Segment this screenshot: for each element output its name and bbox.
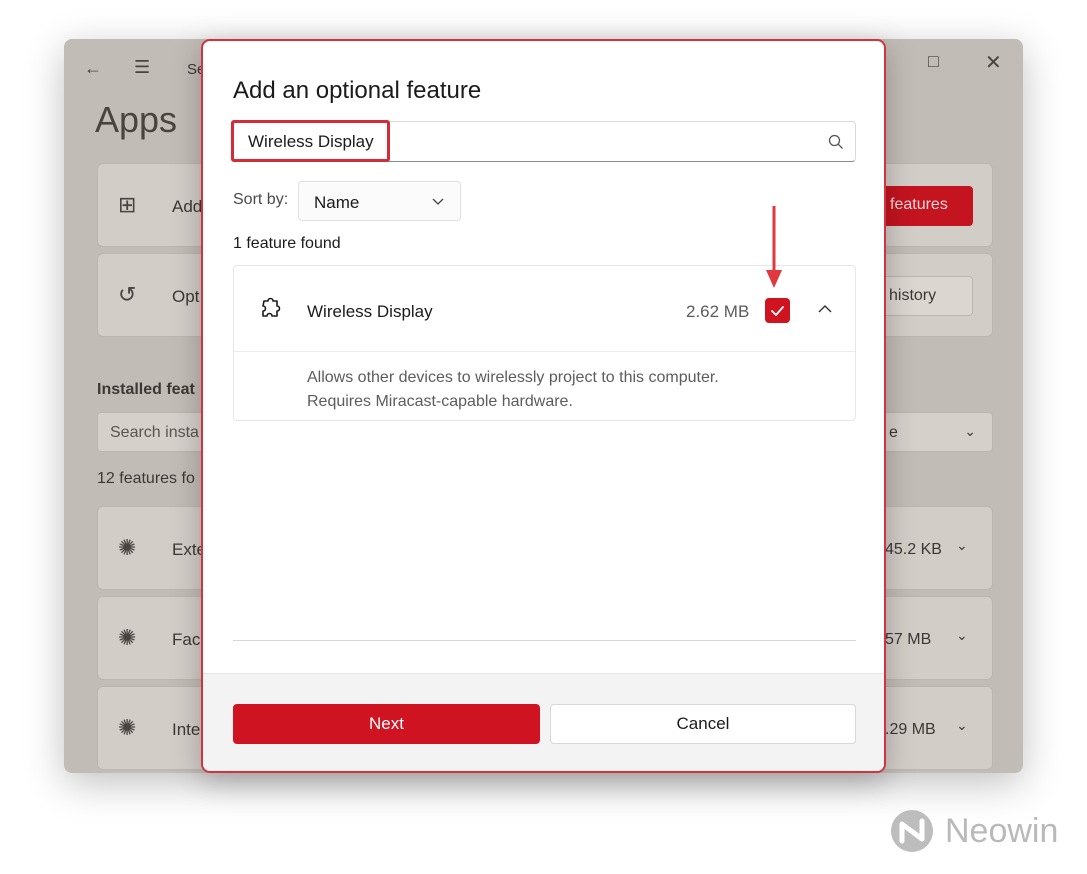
annotation-arrow-icon — [766, 206, 782, 288]
next-button[interactable]: Next — [233, 704, 540, 744]
neowin-logo-icon — [891, 810, 933, 852]
feature-result-header[interactable]: Wireless Display 2.62 MB — [234, 266, 855, 352]
feature-size: 2.62 MB — [686, 302, 750, 321]
installed-feature-size: 45.2 KB — [885, 541, 942, 558]
sort-select[interactable]: Name — [298, 181, 461, 221]
feature-description-line: Requires Miracast-capable hardware. — [307, 393, 573, 410]
installed-feature-size: .29 MB — [885, 721, 936, 738]
feature-description: Allows other devices to wirelessly proje… — [307, 366, 719, 414]
dialog-footer: Next Cancel — [203, 673, 884, 771]
chevron-down-icon[interactable]: ⌄ — [956, 537, 968, 554]
see-history-button[interactable]: history — [880, 276, 973, 316]
add-feature-label: Add — [172, 197, 203, 216]
add-apps-icon: ⊞ — [118, 192, 137, 217]
search-value-highlight-annotation — [231, 120, 390, 162]
maximize-icon[interactable]: □ — [928, 51, 939, 72]
puzzle-piece-icon: ✺ — [118, 625, 137, 650]
divider — [233, 640, 856, 641]
feature-select-checkbox[interactable] — [765, 298, 790, 323]
close-window-icon[interactable]: ✕ — [985, 50, 1002, 75]
watermark-text: Neowin — [945, 812, 1059, 850]
sort-label: Sort by: — [233, 191, 289, 208]
add-optional-feature-dialog: Add an optional feature Wireless Display… — [201, 39, 886, 773]
installed-sort-select[interactable]: e ⌄ — [880, 412, 993, 452]
checkmark-icon — [771, 306, 784, 316]
installed-feature-name: Faci — [172, 630, 205, 649]
feature-name: Wireless Display — [307, 302, 433, 321]
screenshot-stage: ← ☰ Se □ ✕ Apps ⊞ Add features ↺ Opt his… — [0, 0, 1087, 874]
chevron-down-icon — [432, 198, 444, 205]
chevron-down-icon[interactable]: ⌄ — [956, 627, 968, 644]
puzzle-piece-icon — [262, 297, 281, 317]
installed-count: 12 features fo — [97, 470, 195, 487]
chevron-down-icon[interactable]: ⌄ — [956, 717, 968, 734]
optional-history-label: Opt — [172, 287, 200, 306]
puzzle-piece-icon: ✺ — [118, 535, 137, 560]
chevron-down-icon: ⌄ — [964, 423, 976, 439]
chevron-up-icon[interactable] — [818, 302, 832, 316]
page-heading: Apps — [95, 99, 178, 140]
puzzle-piece-icon: ✺ — [118, 715, 137, 740]
installed-feature-size: 57 MB — [885, 631, 932, 648]
back-arrow-icon[interactable]: ← — [84, 58, 102, 79]
cancel-button[interactable]: Cancel — [550, 704, 856, 744]
neowin-watermark: Neowin — [889, 806, 1069, 856]
installed-sort-value: e — [889, 424, 898, 441]
search-icon[interactable] — [827, 133, 845, 151]
history-icon: ↺ — [118, 282, 137, 307]
installed-features-heading: Installed feat — [97, 381, 195, 398]
results-count: 1 feature found — [233, 235, 341, 252]
sort-value: Name — [314, 193, 360, 212]
dialog-title: Add an optional feature — [233, 77, 482, 104]
feature-description-line: Allows other devices to wirelessly proje… — [307, 369, 719, 386]
hamburger-menu-icon[interactable]: ☰ — [134, 57, 150, 78]
view-features-button[interactable]: features — [880, 186, 973, 226]
installed-feature-name: Inte — [172, 720, 201, 739]
